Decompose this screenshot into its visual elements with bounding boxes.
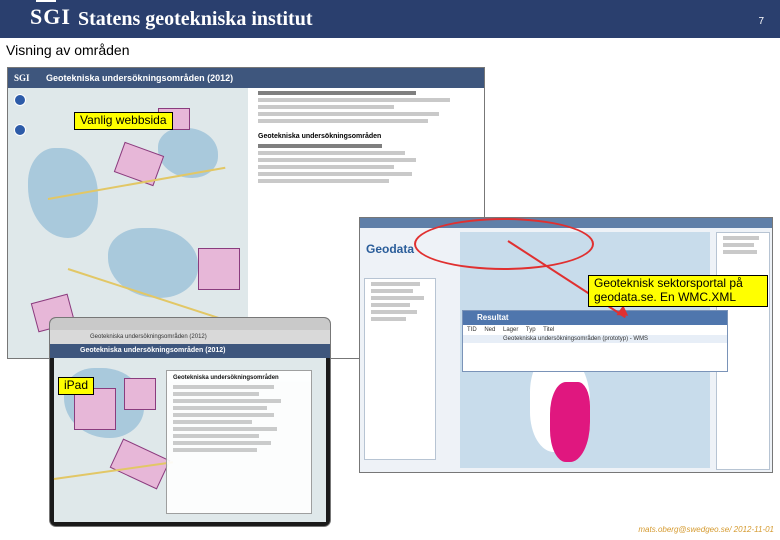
web-sgi-mark: SGI [14,73,30,83]
text-line [173,448,257,452]
tree-item[interactable] [371,282,420,286]
text-line [258,179,390,183]
text-line [173,434,260,438]
page-number: 7 [758,16,764,27]
layer-tree[interactable] [364,278,436,460]
label-ipad: iPad [58,377,95,395]
tree-item[interactable] [371,296,424,300]
zoom-in-icon[interactable] [14,124,26,136]
text-line [173,427,277,431]
ipad-info-popup: Geotekniska undersökningsområden [166,370,312,514]
slide-header: SGI Statens geotekniska institut 7 [0,0,780,38]
text-line [258,144,383,148]
survey-coverage [550,382,590,462]
result-title: Resultat [463,311,727,325]
text-line [173,385,274,389]
geodata-logo: Geodata [366,242,415,256]
survey-region[interactable] [198,248,240,290]
survey-region[interactable] [124,378,156,410]
text-line [258,165,394,169]
ipad-app-title: Geotekniska undersökningsområden (2012) [50,344,330,358]
slide-title: Visning av områden [6,42,130,58]
text-line [258,112,439,116]
text-line [173,420,253,424]
footer-note: mats.oberg@swedgeo.se/ 2012-11-01 [638,525,774,534]
web-app-bar: SGI Geotekniska undersökningsområden (20… [8,68,484,88]
ipad-popup-heading: Geotekniska undersökningsområden [173,375,279,381]
text-line [258,98,451,102]
highlight-ellipse [414,218,594,270]
text-line [258,91,417,95]
text-line [723,243,755,247]
web-panel-heading: Geotekniska undersökningsområden [258,133,382,140]
text-line [173,392,260,396]
ipad-status-bar [50,318,330,330]
tree-item[interactable] [371,310,417,314]
text-line [173,399,281,403]
text-line [723,250,757,254]
tree-item[interactable] [371,289,413,293]
result-columns: TID Ned Lager Typ Titel [467,327,555,333]
result-window[interactable]: Resultat TID Ned Lager Typ Titel Geotekn… [462,310,728,372]
web-app-title: Geotekniska undersökningsområden (2012) [46,73,234,83]
pan-control-icon[interactable] [14,94,26,106]
text-line [258,172,412,176]
org-name: Statens geotekniska institut [78,8,313,30]
ipad-browser-tab[interactable]: Geotekniska undersökningsområden (2012) [50,330,330,344]
result-row[interactable]: Geotekniska undersökningsområden (protot… [463,335,727,343]
text-line [258,105,394,109]
tree-item[interactable] [371,303,410,307]
text-line [173,413,274,417]
text-line [173,441,271,445]
label-portal: Geoteknisk sektorsportal på geodata.se. … [588,275,768,307]
text-line [723,236,760,240]
text-line [258,158,417,162]
text-line [173,406,267,410]
tree-item[interactable] [371,317,406,321]
ipad-screenshot: Geotekniska undersökningsområden (2012) … [50,318,330,526]
text-line [258,119,428,123]
sgi-logo: SGI [30,4,71,29]
label-web-page: Vanlig webbsida [74,112,173,130]
text-line [258,151,405,155]
